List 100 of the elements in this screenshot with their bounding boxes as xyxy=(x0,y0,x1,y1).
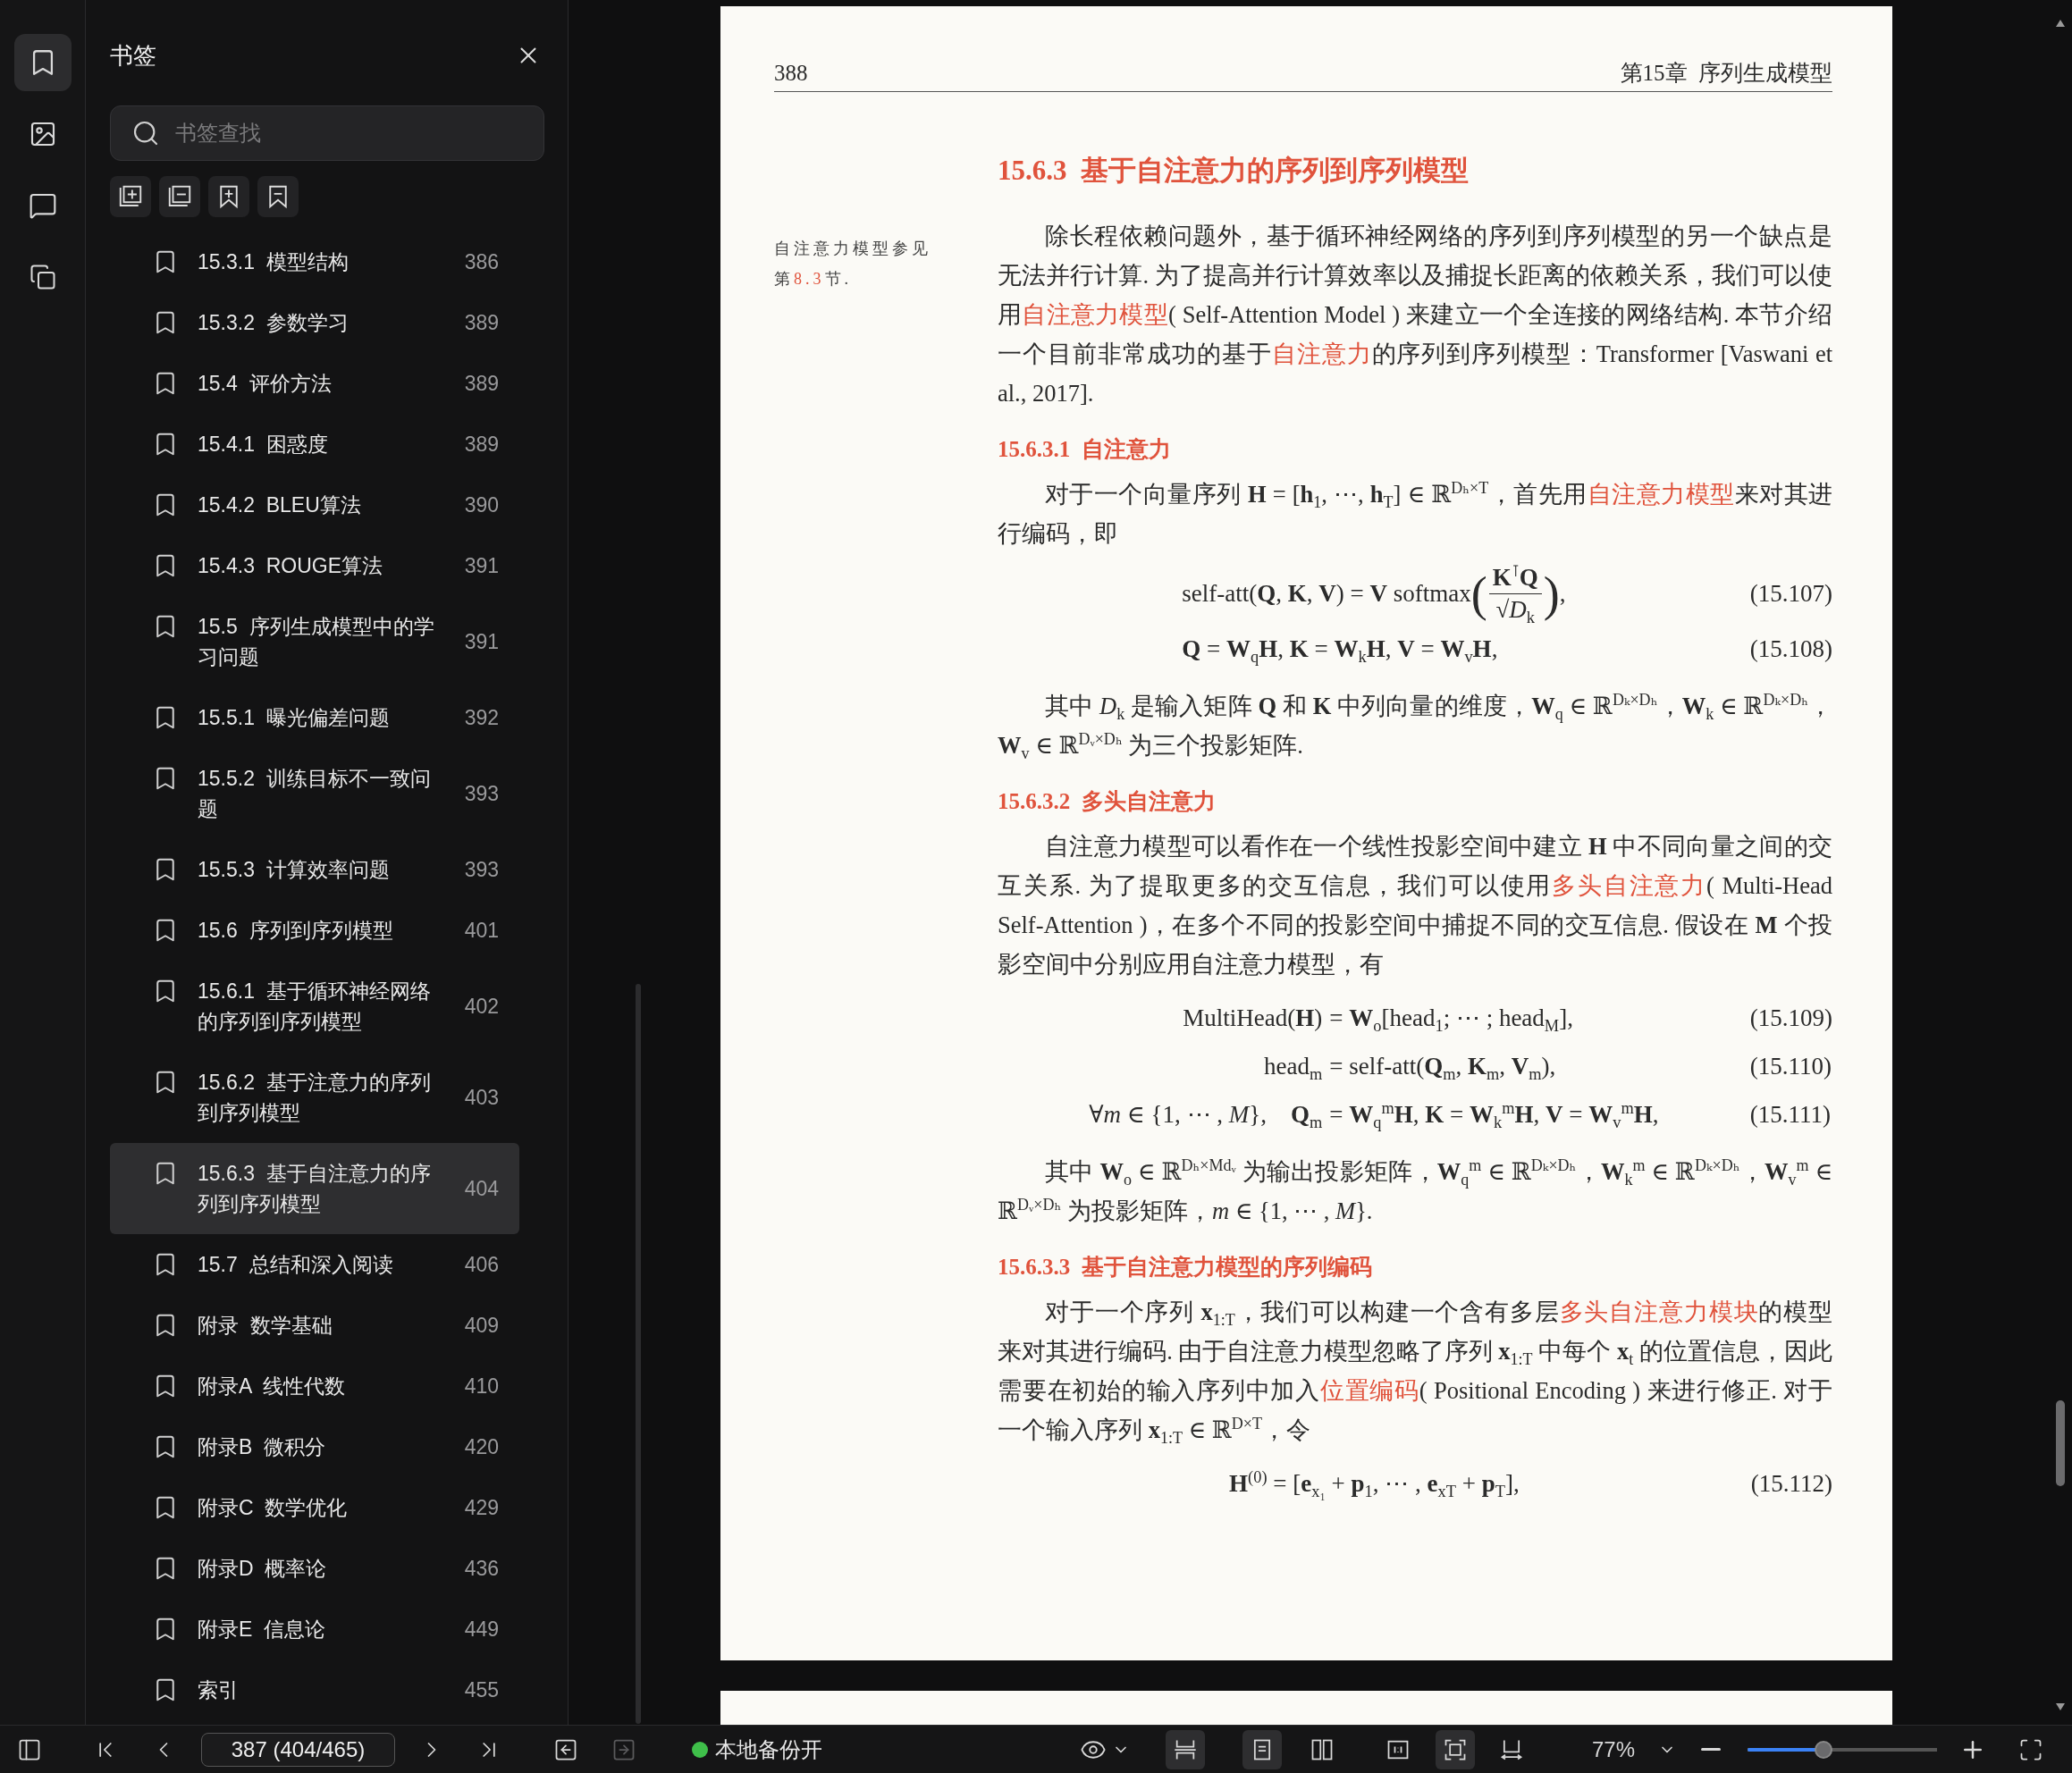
bookmark-title: 附录D 概率论 xyxy=(198,1556,328,1582)
bookmark-page-number: 429 xyxy=(463,1495,499,1520)
bookmark-title: 15.6.1 基于循环神经网络的序列到序列模型 xyxy=(198,979,432,1035)
equation-lhs: MultiHead(H) xyxy=(1182,1004,1324,1032)
expand-all-button[interactable] xyxy=(110,176,151,217)
equation-number: (15.112) xyxy=(1750,1469,1832,1498)
scroll-down-icon[interactable] xyxy=(2054,1702,2067,1712)
bookmark-item[interactable]: 15.5.1 曝光偏差问题 392 xyxy=(110,687,519,748)
zoom-dropdown[interactable]: 77% xyxy=(1591,1736,1676,1762)
add-bookmark-button[interactable] xyxy=(208,176,249,217)
equation-lhs: head$_{m}$ xyxy=(1263,1052,1324,1080)
bookmark-title: 15.5 序列生成模型中的学习问题 xyxy=(198,614,435,670)
bookmark-title: 附录 数学基础 xyxy=(198,1313,333,1339)
bookmark-title: 15.5.3 计算效率问题 xyxy=(198,857,391,883)
bookmark-page-number: 404 xyxy=(463,1176,499,1201)
term-link[interactable]: 自注意力模型 xyxy=(1587,481,1735,508)
page-number-field[interactable]: 387 (404/465) xyxy=(201,1732,395,1767)
bookmark-title: 15.6.2 基于注意力的序列到序列模型 xyxy=(198,1070,432,1126)
bookmark-item[interactable]: 15.4.3 ROUGE算法 391 xyxy=(110,535,519,596)
term-link[interactable]: 位置编码 xyxy=(1319,1377,1419,1404)
bookmark-item[interactable]: 15.6 序列到序列模型 401 xyxy=(110,900,519,961)
body-paragraph: 除长程依赖问题外，基于循环神经网络的序列到序列模型的另一个缺点是无法并行计算. 为了提高并行计算效率以及捕捉长距离的依赖关系，我们可以使用 自注意力模型( Self-Attention Model ) 来建立一个全连接的网络结构. 本节介绍一个目前非常成功的基于自注意力 的序列到序列模型：Transformer [Vaswani et al., 2017]. xyxy=(998,222,1832,408)
bookmark-title: 15.4.1 困惑度 xyxy=(198,432,329,458)
equation-number: (15.111) xyxy=(1749,1100,1832,1129)
bookmark-item[interactable]: 15.3.1 模型结构 386 xyxy=(110,231,519,292)
scroll-up-icon[interactable] xyxy=(2054,18,2067,29)
bookmark-page-number: 410 xyxy=(463,1374,499,1399)
equation-number: (15.109) xyxy=(1749,1004,1832,1032)
bookmark-title: 附录E 信息论 xyxy=(198,1617,327,1643)
backup-status: 本地备份开 xyxy=(715,1735,822,1763)
bookmark-item[interactable]: 附录E 信息论 449 xyxy=(110,1599,519,1660)
equation: = W$_{o}$[head$_{1}$; ⋯ ; head$_{M}$], xyxy=(1329,1004,1574,1038)
scrollbar-thumb[interactable] xyxy=(636,984,641,1724)
bookmark-item[interactable]: 15.3.2 参数学习 389 xyxy=(110,292,519,353)
fit-page-button[interactable] xyxy=(1435,1729,1475,1769)
body-paragraph: 对于一个序列 x$_{1:T}$，我们可以构建一个含有多层多头自注意力模块的模型来对其进行编码. 由于自注意力模型忽略了序列 x$_{1:T}$ 中每个 x$_{t}$ 的位置信息，因此需要在初始的输入序列中加入位置编码( Positional Encoding ) 来进行修正. 对于一个输入序列 x$_{1:T}$ ∈ ℝ$^{D×T}$，令 xyxy=(998,1298,1832,1449)
bookmark-page-number: 391 xyxy=(463,553,499,578)
subsection-heading: 15.6.3.1 自注意力 xyxy=(998,436,1172,463)
equation: H$^{(0)}$ = [e$_{x₁}$ + p$_{1}$, ⋯ , e$_{xT}$ + p$_{T}$], xyxy=(1229,1467,1520,1503)
term-link[interactable]: 自注意力模型 xyxy=(1022,301,1168,328)
split-view-button[interactable] xyxy=(1165,1729,1205,1769)
bookmark-title: 15.3.1 模型结构 xyxy=(198,249,350,275)
term-link[interactable]: 多头自注意力 xyxy=(1552,872,1707,899)
equation: = W$_{q}$$^{m}$H, K = W$_{k}$$^{m}$H, V = W$_{v}$$^{m}$H, xyxy=(1329,1097,1659,1133)
bookmark-item[interactable]: 15.6.1 基于循环神经网络的序列到序列模型 402 xyxy=(110,961,519,1052)
comment-icon xyxy=(28,191,57,220)
bookmark-title: 15.7 总结和深入阅读 xyxy=(198,1252,394,1278)
term-link[interactable]: 多头自注意力模块 xyxy=(1559,1298,1759,1325)
collapse-all-button[interactable] xyxy=(159,176,200,217)
bookmark-title: 15.4.2 BLEU算法 xyxy=(198,492,362,518)
term-link[interactable]: 自注意力 xyxy=(1271,340,1372,367)
bookmark-item[interactable]: 附录 数学基础 409 xyxy=(110,1295,519,1356)
bookmark-title: 15.6 序列到序列模型 xyxy=(198,918,394,944)
copy-icon xyxy=(29,264,56,290)
bookmark-item[interactable]: 索引 455 xyxy=(110,1660,519,1720)
bookmark-page-number: 393 xyxy=(463,781,499,806)
equation-number: (15.110) xyxy=(1749,1052,1832,1080)
subsection-heading: 15.6.3.3 基于自注意力模型的序列编码 xyxy=(998,1254,1373,1281)
single-page-button[interactable] xyxy=(1242,1729,1282,1769)
bookmark-page-number: 389 xyxy=(463,310,499,335)
bookmark-item[interactable]: 15.6.2 基于注意力的序列到序列模型 403 xyxy=(110,1052,519,1143)
bookmark-page-number: 420 xyxy=(463,1434,499,1459)
bookmark-item[interactable]: 15.5.3 计算效率问题 393 xyxy=(110,839,519,900)
bookmark-title: 附录C 数学优化 xyxy=(198,1495,349,1521)
bookmark-page-number: 401 xyxy=(463,918,499,943)
scrollbar-thumb[interactable] xyxy=(2056,1400,2065,1486)
bookmark-page-number: 449 xyxy=(463,1617,499,1642)
bookmark-item[interactable]: 附录B 微积分 420 xyxy=(110,1416,519,1477)
equation-number: (15.108) xyxy=(1749,634,1832,663)
remove-bookmark-button[interactable] xyxy=(257,176,299,217)
equation: = self-att(Q$_{m}$, K$_{m}$, V$_{m}$), xyxy=(1329,1051,1557,1085)
bookmark-page-number: 392 xyxy=(463,705,499,730)
bookmark-item[interactable]: 15.4.2 BLEU算法 390 xyxy=(110,475,519,535)
equation-number: (15.107) xyxy=(1749,580,1832,608)
bookmark-page-number: 403 xyxy=(463,1085,499,1110)
bookmark-page-number: 389 xyxy=(463,432,499,457)
term-link[interactable]: 8.3 xyxy=(794,270,825,288)
bookmark-item[interactable]: 附录D 概率论 436 xyxy=(110,1538,519,1599)
bookmark-item[interactable]: 附录C 数学优化 429 xyxy=(110,1477,519,1538)
bookmark-page-number: 409 xyxy=(463,1313,499,1338)
rail-tab[interactable] xyxy=(13,34,72,91)
slider-thumb[interactable] xyxy=(1814,1740,1832,1759)
page-number: 388 xyxy=(774,61,808,86)
search-field[interactable]: 书签查找 xyxy=(110,105,544,161)
bookmark-item[interactable]: 15.5.2 训练目标不一致问题 393 xyxy=(110,748,519,839)
bookmark-item[interactable]: 附录A 线性代数 410 xyxy=(110,1356,519,1416)
bookmark-item[interactable]: 15.7 总结和深入阅读 406 xyxy=(110,1234,519,1295)
bookmark-title: 索引 xyxy=(198,1677,240,1703)
bookmark-item[interactable]: 15.5 序列生成模型中的学习问题 391 xyxy=(110,596,519,687)
bookmark-page-number: 391 xyxy=(463,629,499,654)
bookmark-item[interactable]: 15.4 评价方法 389 xyxy=(110,353,519,414)
bookmark-item[interactable]: 15.4.1 困惑度 389 xyxy=(110,414,519,475)
bookmark-title: 15.5.2 训练目标不一致问题 xyxy=(198,766,432,822)
bookmark-title: 附录A 线性代数 xyxy=(198,1374,346,1399)
bookmark-page-number: 436 xyxy=(463,1556,499,1581)
panel-title: 书签 xyxy=(110,40,156,71)
bookmark-title: 附录B 微积分 xyxy=(198,1434,327,1460)
bookmark-title: 15.6.3 基于自注意力的序列到序列模型 xyxy=(198,1161,432,1217)
body-paragraph: 对于一个向量序列 H = [h$_{1}$, ⋯, h$_{T}$] ∈ ℝ$^{Dₕ×T}$，首先用 自注意力模型来对其进行编码，即 xyxy=(998,478,1832,549)
bookmark-item[interactable]: 15.6.3 基于自注意力的序列到序列模型 404 xyxy=(110,1143,519,1234)
